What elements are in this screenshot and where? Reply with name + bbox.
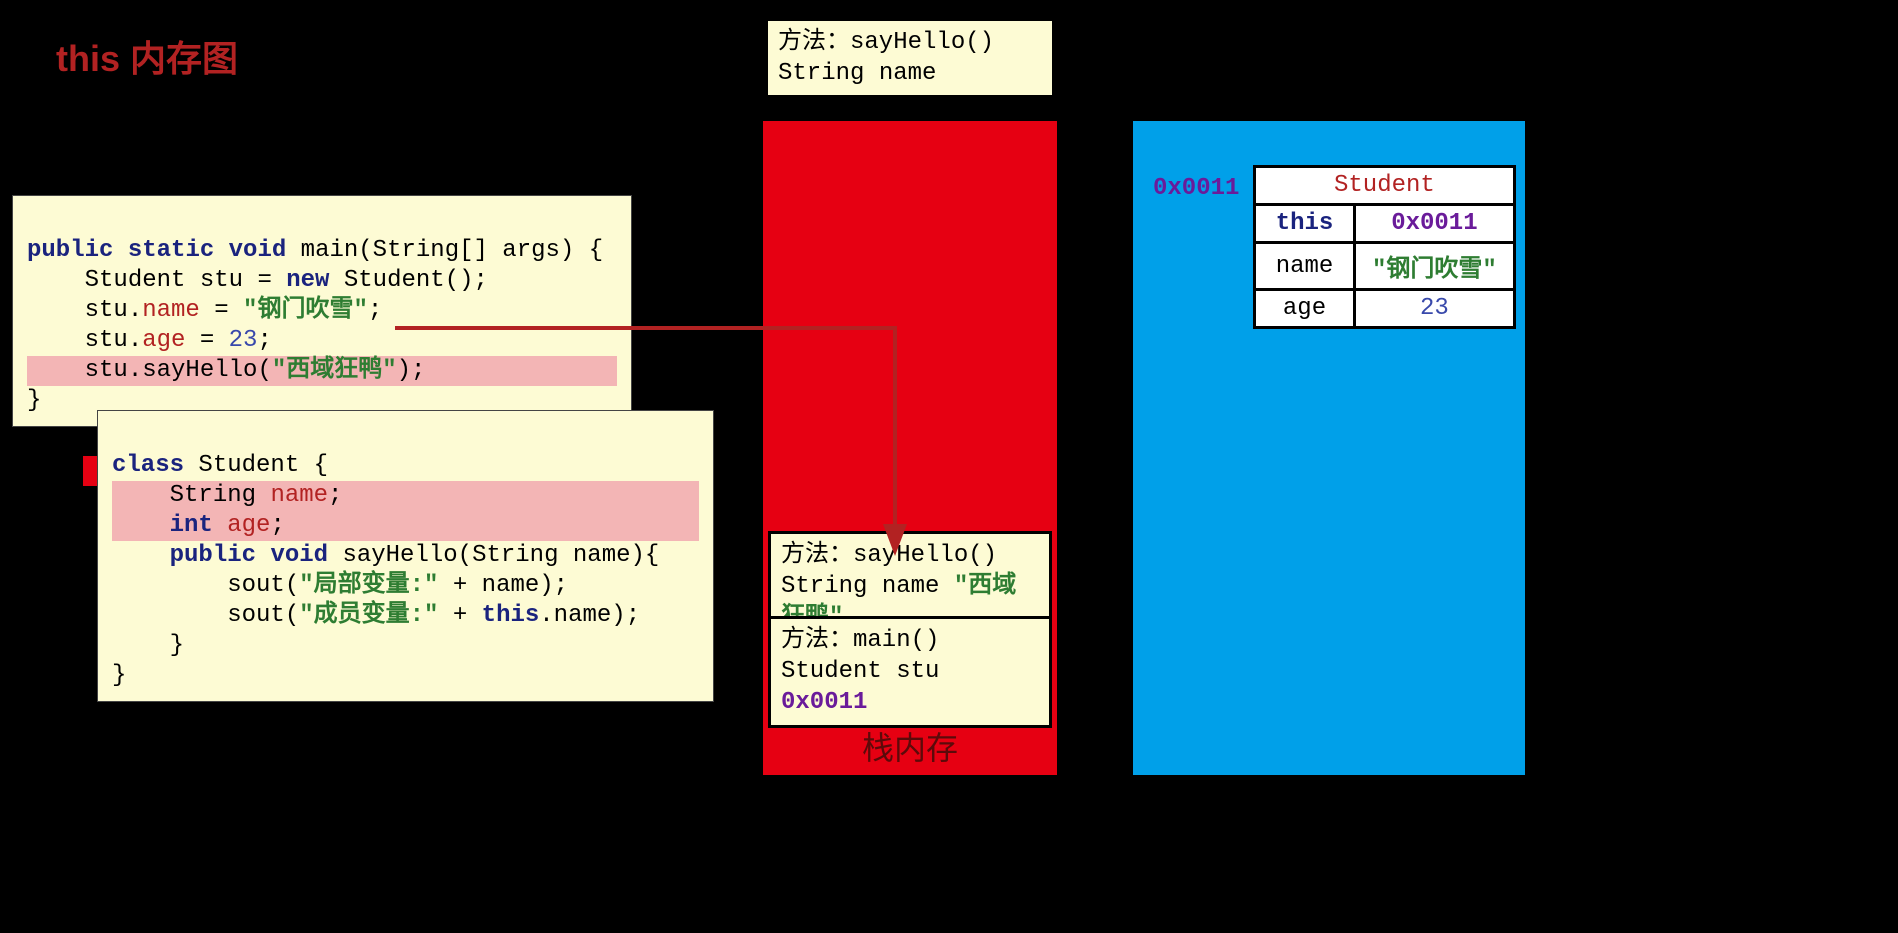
stack-label: 栈内存 (763, 723, 1057, 769)
num-age: 23 (229, 327, 258, 354)
kw-int: int (170, 512, 213, 539)
overflow-method: sayHello() (850, 29, 994, 56)
stack-memory: 方法：sayHello() String name "西域狂鸭" 方法：main… (760, 118, 1060, 778)
heap-address: 0x0011 (1153, 175, 1239, 202)
field-age: age (142, 327, 185, 354)
field-name: name (142, 297, 200, 324)
line-assign-age: stu. (27, 327, 142, 354)
heap-val-age: 23 (1355, 290, 1515, 328)
line-new: Student(); (329, 267, 487, 294)
object-class: Student (1255, 167, 1515, 205)
frame-var-stu: Student stu (781, 658, 939, 685)
sig-main: main(String[] args) { (286, 237, 603, 264)
class-name: Student { (184, 452, 328, 479)
line-assign-name: stu. (27, 297, 142, 324)
str-member: "成员变量:" (299, 602, 438, 629)
heap-val-name: "钢门吹雪" (1355, 243, 1515, 290)
frame-method-sayhello: sayHello() (853, 542, 997, 569)
field-decl-age: age (227, 512, 270, 539)
highlight-call: stu.sayHello("西域狂鸭"); (27, 356, 617, 386)
line-decl: Student stu = (27, 267, 286, 294)
overflow-var: String name (778, 60, 936, 87)
code-class: class Student { String name; int age; pu… (97, 410, 714, 702)
line-brace2: } (112, 632, 184, 659)
line-brace: } (27, 387, 41, 414)
kw-public: public (27, 237, 113, 264)
diagram-title: this 内存图 (56, 30, 238, 82)
kw-static: static (128, 237, 214, 264)
stack-frame-overflow: 方法：sayHello() String name (765, 18, 1055, 98)
kw-this: this (482, 602, 540, 629)
highlight-fields: String name; int age; (112, 481, 699, 541)
red-marker (83, 456, 97, 486)
field-decl-name: name (270, 482, 328, 509)
str-arg: "西域狂鸭" (272, 357, 397, 384)
heap-key-age: age (1255, 290, 1355, 328)
sig-sayhello: sayHello(String name){ (328, 542, 659, 569)
kw-void2: void (270, 542, 328, 569)
heap-object-student: Student this0x0011name"钢门吹雪"age23 (1253, 165, 1516, 329)
frame-val-addr: 0x0011 (781, 689, 867, 716)
heap-key-name: name (1255, 243, 1355, 290)
kw-public2: public (170, 542, 256, 569)
kw-class: class (112, 452, 184, 479)
heap-key-this: this (1255, 205, 1355, 243)
frame-method-main: main() (853, 627, 939, 654)
kw-new: new (286, 267, 329, 294)
kw-void: void (229, 237, 287, 264)
str-local: "局部变量:" (299, 572, 438, 599)
str-name: "钢门吹雪" (243, 297, 368, 324)
heap-val-this: 0x0011 (1355, 205, 1515, 243)
heap-memory: 0x0011 Student this0x0011name"钢门吹雪"age23 (1130, 118, 1528, 778)
frame-var-name: String name (781, 573, 954, 600)
line-brace3: } (112, 662, 126, 689)
code-main: public static void main(String[] args) {… (12, 195, 632, 427)
stack-frame-main: 方法：main() Student stu 0x0011 (768, 616, 1052, 728)
